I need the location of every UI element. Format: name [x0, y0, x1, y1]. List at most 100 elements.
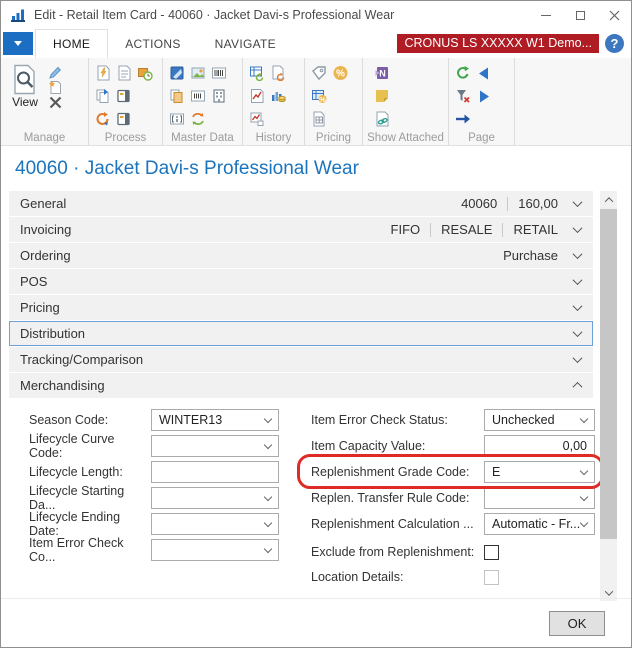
document-refresh-icon[interactable] [270, 65, 286, 81]
lifecycle-starting-date-select[interactable] [151, 487, 279, 509]
barcode-framed-icon[interactable] [190, 88, 206, 104]
exclude-from-replenishment-checkbox[interactable] [484, 545, 499, 560]
table-percent-icon[interactable]: % [311, 88, 328, 104]
field-label: Item Capacity Value: [311, 439, 484, 453]
fasttab-distribution[interactable]: Distribution [9, 321, 593, 346]
close-button[interactable] [597, 1, 631, 29]
fasttab-label: POS [20, 274, 574, 289]
tab-home[interactable]: HOME [35, 29, 108, 58]
expand-chevron-icon [573, 197, 583, 207]
fasttab-general[interactable]: General 40060160,00 [9, 191, 593, 216]
minimize-icon [541, 15, 551, 16]
group-label-manage: Manage [1, 132, 88, 144]
previous-icon[interactable] [477, 66, 491, 81]
vertical-scrollbar [600, 191, 617, 601]
copy-orange-icon[interactable] [169, 88, 185, 104]
fasttab-pos[interactable]: POS [9, 269, 593, 294]
fasttab-ordering[interactable]: Ordering Purchase [9, 243, 593, 268]
sticky-note-icon[interactable] [374, 88, 390, 104]
maximize-icon [576, 11, 585, 20]
chevron-down-icon [580, 466, 588, 474]
tab-navigate[interactable]: NAVIGATE [198, 29, 293, 58]
orange-refresh-icon[interactable] [95, 111, 111, 127]
svg-text:%: % [336, 69, 345, 80]
price-tag-icon[interactable] [311, 65, 328, 81]
view-button-label: View [12, 95, 38, 109]
refresh-icon[interactable] [455, 65, 471, 81]
lifecycle-curve-code-select[interactable] [151, 435, 279, 457]
new-document-icon[interactable] [48, 80, 63, 95]
barcode-icon[interactable] [211, 65, 227, 81]
copy-arrow-icon[interactable] [95, 88, 111, 104]
item-capacity-value-input[interactable]: 0,00 [484, 435, 595, 457]
application-menu-button[interactable] [3, 32, 33, 55]
group-label-history: History [243, 132, 304, 144]
chevron-down-icon [264, 440, 272, 448]
clear-filter-icon[interactable] [455, 88, 471, 104]
lifecycle-length-input[interactable] [151, 461, 279, 483]
season-code-select[interactable]: WINTER13 [151, 409, 279, 431]
blue-panel-icon[interactable] [169, 65, 185, 81]
percent-badge-icon[interactable]: % [332, 65, 349, 81]
field-label: Replenishment Calculation ... [311, 517, 484, 531]
image-icon[interactable] [190, 65, 206, 81]
links-document-icon[interactable] [374, 111, 390, 127]
group-label-pricing: Pricing [305, 132, 362, 144]
edit-icon[interactable] [48, 65, 63, 80]
fasttab-tracking-comparison[interactable]: Tracking/Comparison [9, 347, 593, 372]
report-document-icon[interactable] [116, 65, 132, 81]
replenishment-calculation-select[interactable]: Automatic - Fr... [484, 513, 595, 535]
company-badge[interactable]: CRONUS LS XXXXX W1 Demo... [397, 34, 599, 53]
svg-text:%: % [319, 95, 326, 104]
maximize-button[interactable] [563, 1, 597, 29]
go-to-icon[interactable] [455, 112, 471, 126]
sync-arrows-icon[interactable] [190, 111, 206, 127]
bars-coins-icon[interactable] [270, 88, 286, 104]
chart-box-icon[interactable] [249, 111, 265, 127]
table-refresh-icon[interactable] [249, 65, 265, 81]
expand-chevron-icon [573, 223, 583, 233]
lifecycle-ending-date-select[interactable] [151, 513, 279, 535]
document-grid-icon[interactable] [311, 111, 328, 127]
bracket-info-icon[interactable] [169, 111, 185, 127]
replenishment-grade-code-select[interactable]: E [484, 461, 595, 483]
delete-icon[interactable] [48, 95, 63, 110]
item-error-check-code-select[interactable] [151, 539, 279, 561]
help-button[interactable]: ? [605, 34, 624, 53]
building-icon[interactable] [211, 88, 227, 104]
onenote-icon[interactable]: N [374, 65, 390, 81]
field-label: Lifecycle Ending Date: [29, 510, 151, 538]
field-label: Item Error Check Co... [29, 536, 151, 564]
card-icon[interactable] [116, 88, 132, 104]
next-icon[interactable] [477, 89, 491, 104]
box-clock-icon[interactable] [137, 65, 153, 81]
chart-line-document-icon[interactable] [249, 88, 265, 104]
tab-actions[interactable]: ACTIONS [108, 29, 197, 58]
chevron-down-icon [264, 492, 272, 500]
field-label: Lifecycle Starting Da... [29, 484, 151, 512]
view-icon [12, 64, 38, 95]
fasttab-merchandising[interactable]: Merchandising [9, 373, 593, 398]
view-button[interactable]: View [6, 63, 44, 112]
field-label: Season Code: [29, 413, 151, 427]
field-label: Location Details: [311, 570, 484, 584]
fasttab-pricing[interactable]: Pricing [9, 295, 593, 320]
window: Edit - Retail Item Card - 40060 · Jacket… [0, 0, 632, 648]
ribbon-group-master-data: Master Data [163, 58, 243, 145]
replen-transfer-rule-code-select[interactable] [484, 487, 595, 509]
fasttab-label: Ordering [20, 248, 503, 263]
content-area: 40060 · Jacket Davi-s Professional Wear … [1, 147, 631, 647]
minimize-button[interactable] [529, 1, 563, 29]
scrollbar-thumb[interactable] [600, 209, 617, 539]
scrollbar-up-button[interactable] [600, 191, 617, 208]
expand-chevron-icon [573, 327, 583, 337]
expand-chevron-icon [573, 275, 583, 285]
ribbon-group-process: Process [89, 58, 163, 145]
fasttab-label: General [20, 196, 461, 211]
item-error-check-status-select[interactable]: Unchecked [484, 409, 595, 431]
ok-button[interactable]: OK [549, 611, 605, 636]
card-2-icon[interactable] [116, 111, 132, 127]
ribbon-group-show-attached: N Show Attached [363, 58, 449, 145]
fasttab-invoicing[interactable]: Invoicing FIFORESALERETAIL [9, 217, 593, 242]
lightning-document-icon[interactable] [95, 65, 111, 81]
